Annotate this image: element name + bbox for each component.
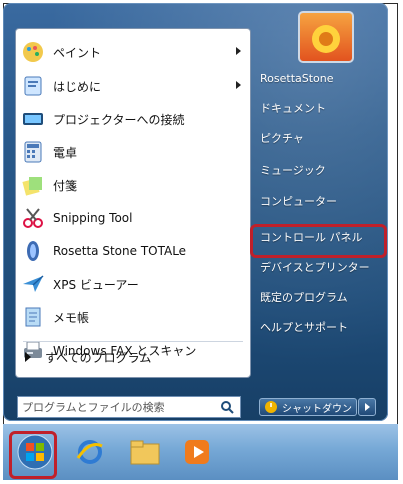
start-menu: ペイント はじめに プロジェクターへの接続 電卓 付箋 Snipping Too… xyxy=(3,3,388,421)
program-label: プロジェクターへの接続 xyxy=(53,112,185,127)
program-label: 付箋 xyxy=(53,178,78,193)
start-button-highlight xyxy=(9,431,57,479)
submenu-arrow-icon xyxy=(236,47,241,55)
right-item-pictures[interactable]: ピクチャ xyxy=(260,127,304,149)
program-label: メモ帳 xyxy=(53,310,90,325)
internet-explorer-icon xyxy=(76,440,103,464)
projector-icon xyxy=(23,113,43,125)
program-label: XPS ビューアー xyxy=(53,277,139,292)
program-label: Rosetta Stone TOTALe xyxy=(53,244,187,258)
search-input[interactable]: プログラムとファイルの検索 xyxy=(17,396,241,418)
expand-arrow-icon xyxy=(25,352,31,362)
program-label: ペイント xyxy=(53,45,102,60)
search-placeholder: プログラムとファイルの検索 xyxy=(22,401,165,414)
power-icon xyxy=(265,401,277,413)
right-item-devices-printers[interactable]: デバイスとプリンター xyxy=(260,256,370,278)
all-programs-button[interactable]: すべてのプログラム xyxy=(21,346,241,368)
paint-icon xyxy=(23,42,43,62)
menu-separator xyxy=(23,341,243,342)
sticky-notes-icon xyxy=(22,177,42,196)
right-item-documents[interactable]: ドキュメント xyxy=(260,97,326,119)
program-item-calculator[interactable]: 電卓 xyxy=(21,137,247,167)
program-item-notepad[interactable]: メモ帳 xyxy=(21,302,247,332)
calculator-icon xyxy=(24,141,42,163)
program-item-snipping-tool[interactable]: Snipping Tool xyxy=(21,203,247,233)
program-label: はじめに xyxy=(53,79,102,94)
right-item-music[interactable]: ミュージック xyxy=(260,159,326,181)
program-item-paint[interactable]: ペイント xyxy=(21,37,247,67)
programs-pane: ペイント はじめに プロジェクターへの接続 電卓 付箋 Snipping Too… xyxy=(15,28,251,378)
media-player-icon xyxy=(185,440,209,464)
internet-explorer-button[interactable] xyxy=(72,434,108,470)
media-player-button[interactable] xyxy=(179,434,215,470)
program-item-projector[interactable]: プロジェクターへの接続 xyxy=(21,104,247,134)
right-item-user-folder[interactable]: RosettaStone xyxy=(260,67,334,89)
right-item-computer[interactable]: コンピューター xyxy=(260,190,337,212)
notepad-icon xyxy=(25,307,41,327)
rosetta-stone-icon xyxy=(27,241,39,261)
right-item-default-programs[interactable]: 既定のプログラム xyxy=(260,286,348,308)
shutdown-label: シャットダウン xyxy=(282,403,352,415)
folder-icon xyxy=(130,440,160,465)
search-icon[interactable] xyxy=(220,400,234,414)
scissors-icon xyxy=(23,208,43,228)
submenu-arrow-icon xyxy=(236,81,241,89)
program-item-rosetta-stone[interactable]: Rosetta Stone TOTALe xyxy=(21,236,247,266)
explorer-button[interactable] xyxy=(127,434,163,470)
shutdown-options-button[interactable] xyxy=(358,398,376,416)
program-label: 電卓 xyxy=(53,145,78,160)
program-item-getting-started[interactable]: はじめに xyxy=(21,71,247,101)
user-avatar[interactable] xyxy=(298,11,354,63)
program-label: Snipping Tool xyxy=(53,211,133,225)
right-item-help-support[interactable]: ヘルプとサポート xyxy=(260,316,348,338)
program-item-xps-viewer[interactable]: XPS ビューアー xyxy=(21,269,247,299)
control-panel-highlight xyxy=(250,224,387,258)
program-item-sticky-notes[interactable]: 付箋 xyxy=(21,170,247,200)
getting-started-icon xyxy=(24,76,42,96)
all-programs-label: すべてのプログラム xyxy=(45,350,152,365)
shutdown-button[interactable]: シャットダウン xyxy=(259,398,357,416)
taskbar xyxy=(3,424,398,480)
xps-viewer-icon xyxy=(23,275,44,292)
